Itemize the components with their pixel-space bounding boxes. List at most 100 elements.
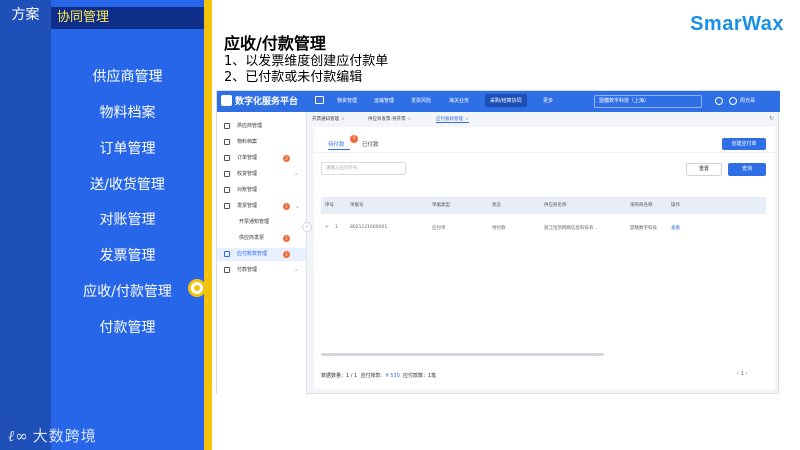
- tab-invoice-notice[interactable]: 开票通知管理 ×: [312, 116, 345, 122]
- menu-materials[interactable]: 物资管理: [337, 97, 357, 104]
- avatar[interactable]: [729, 97, 737, 105]
- column-header: 序号: [325, 203, 334, 208]
- divider: [314, 152, 775, 153]
- sidebar-item-invoice[interactable]: 发票管理 1 ⌄: [217, 200, 306, 213]
- deck-nav-payment[interactable]: 付款管理: [51, 317, 204, 337]
- menu-procurement[interactable]: 采购/结算协同: [485, 94, 527, 107]
- sidebar-item-material[interactable]: 物料档案: [217, 136, 306, 149]
- menu-transport[interactable]: 运输管理: [374, 97, 394, 104]
- column-header: 供应商名称: [544, 203, 567, 208]
- reset-button[interactable]: 重置: [686, 163, 722, 176]
- bottom-logo-text: 大数跨境: [32, 427, 97, 445]
- close-icon[interactable]: ×: [408, 117, 412, 122]
- sidebar-item-payment[interactable]: 付款管理 ›: [217, 264, 306, 277]
- material-icon: [224, 139, 230, 145]
- platform-name: 数字化服务平台: [235, 97, 299, 107]
- logo-mark-icon: ℓ∞: [8, 427, 29, 445]
- receipt-icon: [224, 171, 230, 177]
- column-header: 单据号: [350, 203, 364, 208]
- platform-logo-icon: [221, 95, 232, 106]
- collapse-sidebar-icon[interactable]: ‹: [302, 222, 312, 232]
- sidebar-item-order[interactable]: 订单管理 2: [217, 152, 306, 165]
- paid-value: 1笔: [427, 373, 437, 379]
- deck-nav-receivable-payable[interactable]: 应收/付款管理: [51, 281, 204, 301]
- menu-customs[interactable]: 海关业务: [449, 97, 469, 104]
- sidebar-item-receipt[interactable]: 收货管理 ›: [217, 168, 306, 181]
- close-icon[interactable]: ×: [465, 117, 469, 122]
- sidebar-item-label: 发票管理: [237, 203, 258, 209]
- deck-accent-bar: [204, 0, 212, 450]
- column-header: 单据类型: [432, 203, 450, 208]
- description-line-2: 2、已付款或未付款编辑: [224, 70, 363, 85]
- refresh-icon[interactable]: ↻: [769, 115, 774, 122]
- sidebar-item-label: 订单管理: [237, 155, 258, 161]
- slide: 方案 协同管理 供应商管理 物料档案 订单管理 送/收货管理 对账管理 发票管理…: [0, 0, 800, 450]
- bottom-logo: ℓ∞ 大数跨境: [8, 425, 97, 446]
- create-payable-button[interactable]: 创建应付单: [722, 138, 766, 150]
- invoice-icon: [224, 203, 230, 209]
- app-topbar: 数字化服务平台 物资管理 运输管理 发票风险 海关业务 采购/结算协同 更多 盟…: [217, 91, 780, 112]
- user-name[interactable]: 周光哥: [740, 97, 755, 104]
- tab-label: 开票通知管理: [312, 117, 339, 122]
- sidebar-item-label: 物料档案: [237, 139, 258, 145]
- count-label: 数据数量：: [321, 373, 347, 379]
- tabs-bar: 开票通知管理 × 供应商发票-待开票 × 应付账款管理 × ↻: [308, 114, 778, 126]
- help-icon[interactable]: [715, 97, 723, 105]
- supplier-name: 浙江恒凯网络信息科技有...: [544, 226, 598, 231]
- deck-nav-invoice[interactable]: 发票管理: [51, 245, 204, 265]
- deck-nav-delivery[interactable]: 送/收货管理: [51, 174, 204, 194]
- tab-payable[interactable]: 应付账款管理 ×: [436, 116, 469, 123]
- table-row[interactable]: + 1 8021121000001 应付单 待付款 浙江恒凯网络信息科技有...…: [321, 220, 766, 237]
- horizontal-scrollbar[interactable]: [321, 353, 604, 356]
- sidebar-item-invoice-notice[interactable]: 开票通知管理: [217, 216, 306, 229]
- company-selector[interactable]: 盟糖数字科技（上海）: [594, 95, 702, 108]
- deck-nav-order[interactable]: 订单管理: [51, 138, 204, 158]
- buyer-name: 盟糖数字科技: [630, 226, 657, 231]
- sidebar-item-label: 供应商管理: [237, 123, 263, 129]
- sidebar-item-supplier[interactable]: 供应商管理: [217, 120, 306, 133]
- pagination[interactable]: ‹ 1 ›: [737, 371, 747, 377]
- menu-more[interactable]: 更多: [543, 97, 553, 104]
- deck-nav-supplier[interactable]: 供应商管理: [51, 66, 204, 86]
- view-link[interactable]: 查看: [671, 225, 680, 231]
- sidebar-item-reconcile[interactable]: 对账管理: [217, 184, 306, 197]
- chevron-right-icon: ›: [295, 267, 298, 274]
- active-indicator-icon: [188, 279, 206, 297]
- subtab-unpaid[interactable]: 待付款: [328, 140, 345, 148]
- deck-nav-reconcile[interactable]: 对账管理: [51, 209, 204, 229]
- supplier-invoice-badge: 1: [283, 235, 290, 242]
- subtab-underline: [328, 149, 350, 150]
- deck-nav-material[interactable]: 物料档案: [51, 102, 204, 122]
- column-header: 操作: [671, 203, 680, 208]
- sidebar-item-label: 应付账款管理: [237, 251, 268, 257]
- main-panel: 待付款 已付款 1 创建应付单 请输入应付单号 重置 查询 序号 单据号 单据类…: [314, 127, 775, 389]
- payable-label: 应付账款：: [360, 373, 386, 379]
- monitor-icon[interactable]: [315, 96, 324, 104]
- sidebar-item-label: 付款管理: [237, 267, 258, 273]
- payable-value: ¥ 530: [385, 373, 400, 379]
- app-sidebar: 供应商管理 物料档案 订单管理 2 收货管理 › 对账管理 发票管理 1 ⌄ 开票通知管…: [217, 112, 307, 395]
- search-input[interactable]: 请输入应付单号: [321, 162, 406, 175]
- tab-supplier-invoice[interactable]: 供应商发票-待开票 ×: [368, 116, 411, 122]
- close-icon[interactable]: ×: [341, 117, 345, 122]
- column-header: 采购商名称: [630, 203, 653, 208]
- chevron-right-icon: ›: [295, 171, 298, 178]
- paid-label: 应付款数：: [402, 373, 428, 379]
- sidebar-item-payable[interactable]: 应付账款管理 1: [217, 248, 306, 261]
- query-button[interactable]: 查询: [728, 163, 766, 176]
- column-header: 状态: [492, 203, 501, 208]
- doc-status: 待付款: [492, 226, 506, 231]
- deck-tag-scheme: 方案: [11, 7, 40, 23]
- unpaid-badge: 1: [350, 135, 358, 143]
- payable-badge: 1: [283, 251, 290, 258]
- row-index: 1: [335, 225, 338, 230]
- menu-invoice-risk[interactable]: 发票风险: [411, 97, 431, 104]
- summary-footer: 数据数量：1 / 1 应付账款：¥ 530 应付款数：1笔: [321, 372, 436, 379]
- expand-icon[interactable]: +: [325, 225, 329, 230]
- subtab-paid[interactable]: 已付款: [362, 140, 379, 148]
- payment-icon: [224, 267, 230, 273]
- order-icon: [224, 155, 230, 161]
- sidebar-item-supplier-invoice[interactable]: 供应商发票 1: [217, 232, 306, 245]
- tab-label: 应付账款管理: [436, 117, 463, 122]
- sidebar-item-label: 对账管理: [237, 187, 258, 193]
